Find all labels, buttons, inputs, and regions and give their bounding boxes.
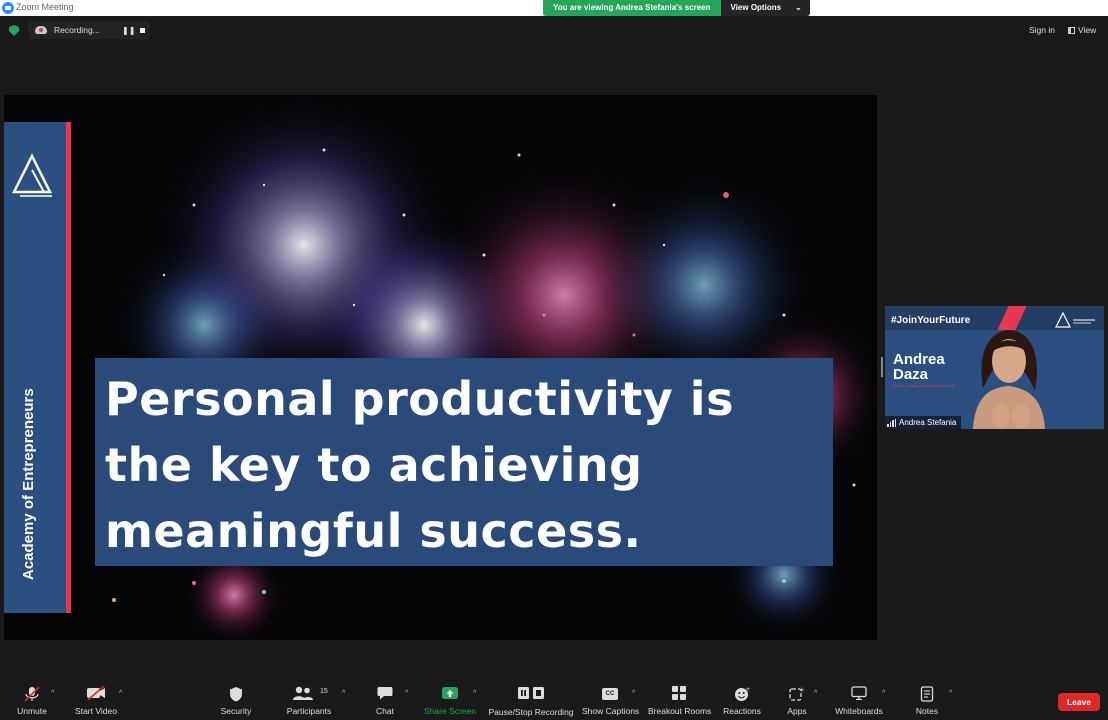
closed-captions-icon: CC [602, 688, 618, 700]
pause-stop-recording-label: Pause/Stop Recording [488, 707, 574, 717]
participants-options-caret[interactable]: ^ [342, 690, 345, 697]
encryption-shield-icon[interactable] [9, 25, 19, 36]
participants-button[interactable]: 15 Participants [284, 680, 334, 720]
whiteboard-icon [851, 686, 867, 700]
quote-line-1: Personal productivity is [105, 372, 734, 426]
whiteboards-label: Whiteboards [835, 706, 883, 716]
share-options-caret[interactable]: ^ [473, 690, 476, 697]
leave-button[interactable]: Leave [1058, 693, 1100, 711]
share-screen-label: Share Screen [424, 706, 476, 716]
apps-button[interactable]: + Apps [782, 680, 812, 720]
participants-icon [293, 686, 313, 700]
breakout-rooms-icon [672, 686, 686, 700]
unmute-button[interactable]: Unmute [12, 680, 52, 720]
zoom-app-icon [2, 2, 14, 14]
tile-subtitle: Mentor, Academy of Entrepreneurs [893, 383, 955, 388]
participants-label: Participants [286, 706, 332, 716]
reactions-button[interactable]: + Reactions [720, 680, 764, 720]
unmute-label: Unmute [17, 706, 47, 716]
chat-bubble-icon [377, 687, 393, 700]
notes-options-caret[interactable]: ^ [949, 690, 952, 697]
svg-text:+: + [799, 686, 805, 694]
chevron-down-icon: ⌄ [795, 3, 802, 12]
stop-recording-icon[interactable] [140, 28, 145, 33]
microphone-muted-icon [24, 686, 40, 702]
recording-label: Recording... [54, 25, 100, 35]
shared-screen: Academy of Entrepreneurs Personal produc… [4, 95, 877, 640]
start-video-button[interactable]: Start Video [72, 680, 120, 720]
show-captions-button[interactable]: CC Show Captions [582, 680, 640, 720]
academy-logo-icon [12, 153, 53, 197]
quote-line-2: the key to achieving [105, 438, 643, 492]
chat-button[interactable]: Chat [370, 680, 400, 720]
apps-label: Apps [787, 706, 807, 716]
apps-icon: + [789, 686, 805, 701]
quote-line-3: meaningful success. [105, 504, 642, 558]
meeting-toolbar: Unmute ^ Start Video ^ Security 15 Parti… [0, 680, 1108, 720]
video-options-caret[interactable]: ^ [119, 690, 122, 697]
window-title: Zoom Meeting [16, 2, 74, 12]
reactions-label: Reactions [723, 706, 761, 716]
view-layout-icon [1068, 27, 1075, 34]
view-label: View [1078, 25, 1097, 35]
tile-last-name: Daza [893, 366, 929, 383]
signal-strength-icon [887, 418, 896, 427]
whiteboards-button[interactable]: Whiteboards [832, 680, 886, 720]
notes-label: Notes [915, 706, 939, 716]
share-screen-icon [442, 687, 458, 699]
participant-name-label: Andrea Stefania [885, 416, 962, 429]
sign-in-link[interactable]: Sign in [1029, 25, 1055, 35]
pause-stop-icon [518, 687, 544, 699]
chat-options-caret[interactable]: ^ [405, 690, 408, 697]
whiteboards-options-caret[interactable]: ^ [882, 690, 885, 697]
quote-box: Personal productivity is the key to achi… [95, 358, 833, 566]
viewing-message: You are viewing Andrea Stefania's screen [543, 0, 721, 16]
show-captions-label: Show Captions [582, 706, 640, 716]
captions-options-caret[interactable]: ^ [632, 690, 635, 697]
breakout-rooms-label: Breakout Rooms [648, 706, 712, 716]
chat-label: Chat [376, 706, 394, 716]
academy-side-banner: Academy of Entrepreneurs [4, 122, 71, 613]
panel-resize-handle[interactable] [881, 357, 883, 377]
svg-text:+: + [746, 686, 751, 693]
start-video-label: Start Video [75, 706, 117, 716]
view-options-label: View Options [730, 3, 782, 12]
audio-options-caret[interactable]: ^ [51, 690, 54, 697]
pause-recording-icon[interactable]: ❚❚ [122, 26, 135, 35]
share-screen-button[interactable]: Share Screen [424, 680, 476, 720]
pause-stop-recording-button[interactable]: Pause/Stop Recording [488, 680, 574, 720]
apps-options-caret[interactable]: ^ [814, 690, 817, 697]
security-label: Security [220, 706, 252, 716]
reactions-smiley-icon: + [735, 686, 751, 701]
academy-vertical-text: Academy of Entrepreneurs [20, 388, 37, 580]
cloud-recording-icon [35, 26, 47, 34]
video-camera-off-icon [87, 686, 105, 700]
recording-indicator: Recording... ❚❚ [28, 21, 150, 39]
meeting-status-bar: Recording... ❚❚ Sign in View [0, 16, 1108, 44]
side-banner-stripe [66, 122, 71, 613]
participant-person-image [973, 330, 1045, 429]
notes-button[interactable]: Notes [912, 680, 942, 720]
notes-icon [920, 686, 934, 702]
shield-icon [230, 687, 242, 702]
breakout-rooms-button[interactable]: Breakout Rooms [648, 680, 712, 720]
view-button[interactable]: View [1068, 25, 1096, 35]
security-button[interactable]: Security [216, 680, 256, 720]
participant-name: Andrea Stefania [899, 418, 957, 427]
participants-count: 15 [320, 688, 328, 695]
view-options-button[interactable]: View Options ⌄ [720, 0, 810, 16]
participant-video-tile[interactable]: #JoinYourFuture Andrea Daza Mentor, Acad… [885, 306, 1104, 429]
viewing-banner: You are viewing Andrea Stefania's screen… [543, 0, 810, 16]
